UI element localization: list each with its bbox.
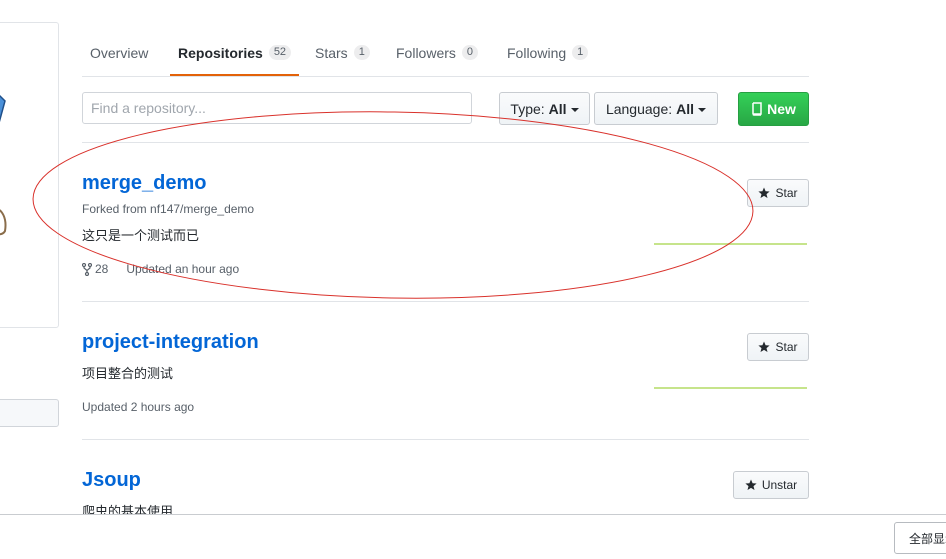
list-divider bbox=[82, 439, 809, 440]
download-bar bbox=[0, 514, 946, 559]
activity-sparkline bbox=[654, 387, 807, 389]
tab-counter: 52 bbox=[268, 45, 292, 60]
tab-label: Stars bbox=[315, 44, 348, 61]
repo-name-link[interactable]: merge_demo bbox=[82, 172, 207, 195]
unstar-button[interactable]: Unstar bbox=[733, 471, 809, 499]
search-repo-input[interactable] bbox=[82, 92, 472, 124]
type-filter-value: All bbox=[548, 100, 567, 117]
profile-card bbox=[0, 22, 59, 328]
caret-down-icon bbox=[698, 107, 707, 112]
fork-count: 28 bbox=[95, 262, 109, 276]
avatar-hand-icon bbox=[0, 209, 7, 236]
profile-tabs: Overview Repositories 52 Stars 1 Followe… bbox=[82, 30, 809, 77]
tab-stars[interactable]: Stars 1 bbox=[315, 30, 370, 75]
unstar-label: Unstar bbox=[761, 478, 798, 492]
repo-description: 项目整合的测试 bbox=[82, 366, 174, 381]
star-icon bbox=[745, 479, 757, 490]
type-filter-label: Type: bbox=[510, 100, 545, 117]
fork-icon bbox=[82, 262, 92, 276]
new-repo-button[interactable]: New bbox=[738, 92, 809, 126]
tab-overview[interactable]: Overview bbox=[90, 30, 148, 75]
list-divider bbox=[82, 142, 809, 143]
tab-repositories[interactable]: Repositories 52 bbox=[169, 30, 300, 76]
profile-button[interactable] bbox=[0, 399, 59, 427]
repo-name-link[interactable]: project-integration bbox=[82, 331, 259, 354]
star-button[interactable]: Star bbox=[747, 179, 809, 207]
star-label: Star bbox=[775, 186, 798, 200]
star-button[interactable]: Star bbox=[747, 333, 809, 361]
star-icon bbox=[758, 341, 771, 352]
activity-sparkline bbox=[654, 243, 807, 245]
tab-label: Repositories bbox=[178, 44, 263, 61]
updated-time: Updated an hour ago bbox=[126, 262, 240, 276]
show-all-button[interactable]: 全部显示 bbox=[894, 522, 946, 554]
caret-down-icon bbox=[570, 107, 579, 112]
repo-book-icon bbox=[752, 102, 762, 116]
tab-label: Overview bbox=[90, 44, 149, 61]
fork-count-link[interactable]: 28 bbox=[82, 262, 108, 276]
tab-counter: 1 bbox=[572, 45, 589, 60]
forked-from-note[interactable]: Forked from nf147/merge_demo bbox=[82, 202, 254, 216]
star-label: Star bbox=[775, 340, 798, 354]
tab-following[interactable]: Following 1 bbox=[507, 30, 589, 75]
tab-counter: 1 bbox=[353, 45, 370, 60]
avatar-badge-icon bbox=[0, 94, 6, 123]
repo-description: 这只是一个测试而已 bbox=[82, 228, 200, 243]
language-filter-value: All bbox=[676, 100, 695, 117]
updated-time: Updated 2 hours ago bbox=[82, 400, 195, 414]
tab-followers[interactable]: Followers 0 bbox=[396, 30, 479, 75]
show-all-label: 全部显示 bbox=[909, 531, 946, 546]
language-filter-dropdown[interactable]: Language: All bbox=[594, 92, 718, 125]
new-button-label: New bbox=[767, 101, 796, 117]
repo-name-link[interactable]: Jsoup bbox=[82, 469, 141, 492]
type-filter-dropdown[interactable]: Type: All bbox=[499, 92, 590, 125]
tab-counter: 0 bbox=[461, 45, 479, 60]
repo-meta: 28 Updated an hour ago bbox=[82, 262, 239, 276]
tab-label: Followers bbox=[396, 44, 456, 61]
star-icon bbox=[758, 187, 771, 198]
repo-meta: Updated 2 hours ago bbox=[82, 400, 194, 414]
language-filter-label: Language: bbox=[605, 100, 673, 117]
tab-label: Following bbox=[507, 44, 567, 61]
list-divider bbox=[82, 301, 809, 302]
